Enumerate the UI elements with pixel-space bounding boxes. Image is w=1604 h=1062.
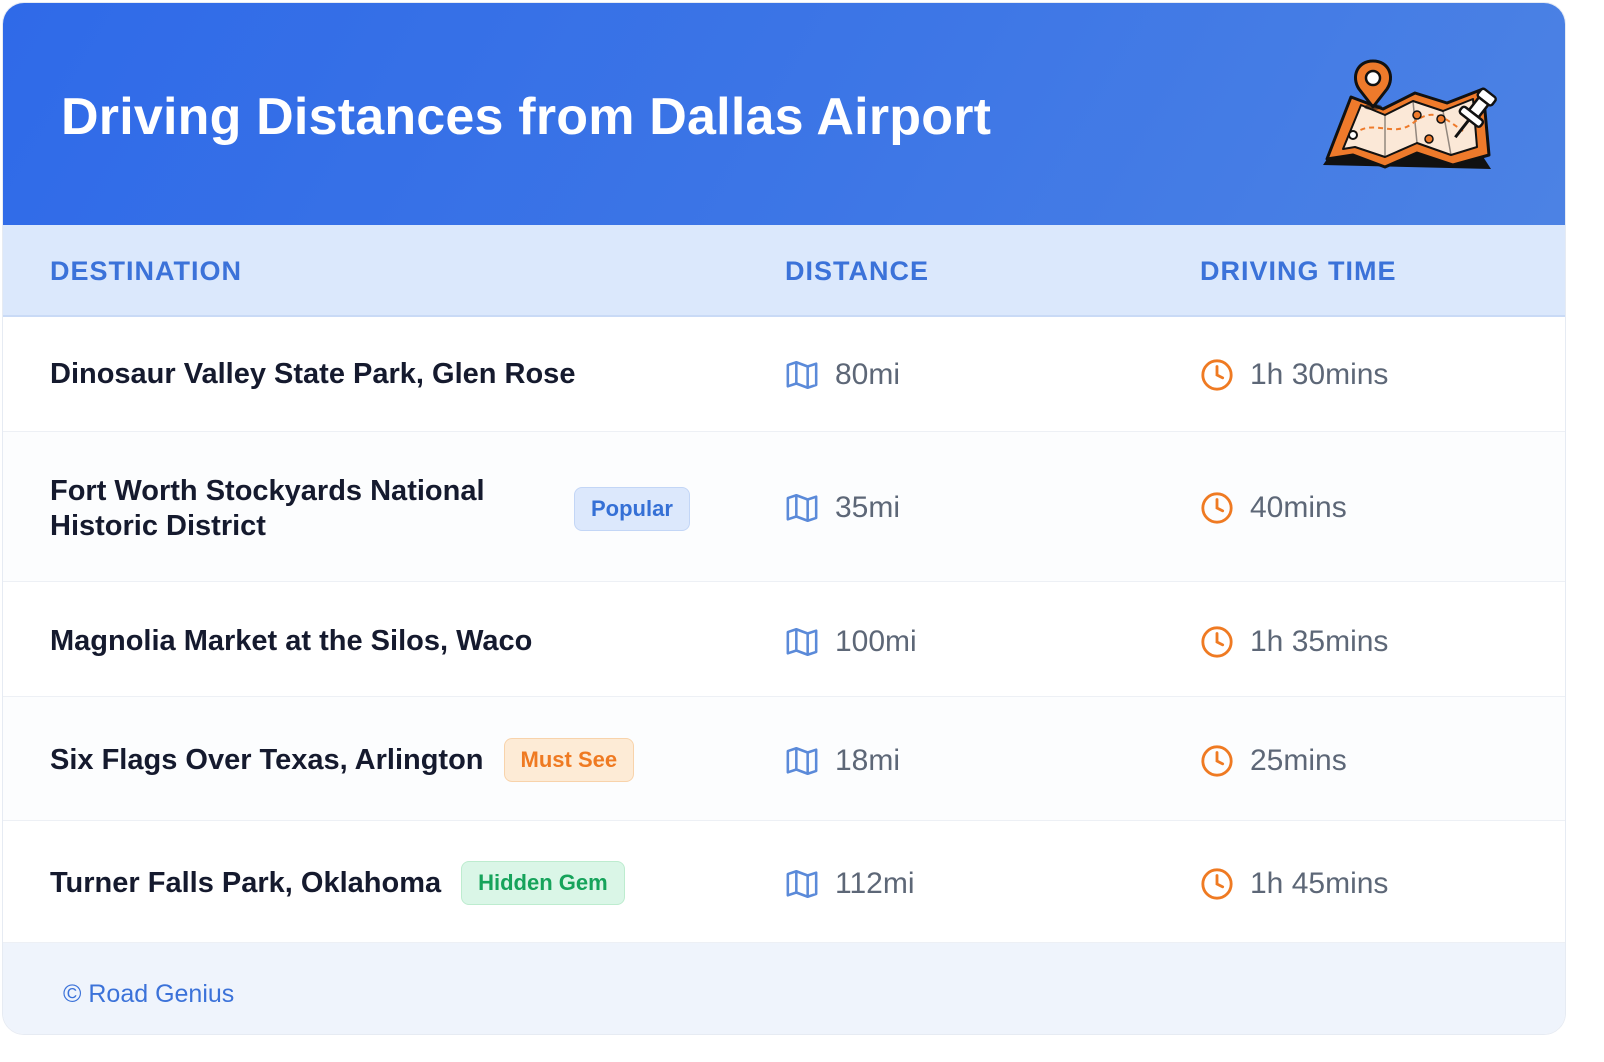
distance-cell: 80mi bbox=[785, 357, 900, 393]
distance-cell: 35mi bbox=[785, 490, 900, 526]
distance-value: 18mi bbox=[835, 744, 901, 777]
destination-cell: Magnolia Market at the Silos, Waco bbox=[50, 624, 532, 659]
destination-name: Fort Worth Stockyards National Historic … bbox=[50, 475, 485, 542]
time-cell: 1h 30mins bbox=[1200, 357, 1388, 393]
clock-icon bbox=[1201, 359, 1233, 391]
column-header-driving-time: DRIVING TIME bbox=[1200, 256, 1397, 286]
destination-name: Six Flags Over Texas, Arlington bbox=[50, 743, 484, 776]
page-title: Driving Distances from Dallas Airport bbox=[61, 88, 992, 146]
map-icon bbox=[786, 627, 818, 657]
map-icon bbox=[786, 869, 818, 899]
time-value: 1h 30mins bbox=[1250, 358, 1389, 391]
clock-icon bbox=[1201, 626, 1233, 658]
table-row: Fort Worth Stockyards National Historic … bbox=[3, 432, 1565, 582]
distance-cell: 100mi bbox=[785, 624, 917, 660]
copyright-text: © Road Genius bbox=[63, 980, 235, 1008]
map-pin-illustration bbox=[1323, 59, 1497, 169]
must-see-badge: Must See bbox=[503, 738, 635, 782]
destination-cell: Dinosaur Valley State Park, Glen Rose bbox=[50, 357, 575, 392]
time-value: 1h 45mins bbox=[1250, 867, 1389, 900]
distance-value: 112mi bbox=[835, 867, 915, 900]
time-cell: 25mins bbox=[1200, 743, 1347, 779]
time-cell: 1h 45mins bbox=[1200, 866, 1388, 902]
header-banner: Driving Distances from Dallas Airport bbox=[3, 3, 1565, 225]
time-value: 25mins bbox=[1250, 744, 1347, 777]
distance-value: 80mi bbox=[835, 358, 901, 391]
destination-cell: Six Flags Over Texas, Arlington Must See bbox=[50, 738, 635, 782]
table-row: Magnolia Market at the Silos, Waco 100mi… bbox=[3, 582, 1565, 697]
clock-icon bbox=[1201, 492, 1233, 524]
destination-cell: Fort Worth Stockyards National Historic … bbox=[50, 474, 690, 544]
distance-value: 100mi bbox=[835, 625, 917, 658]
distance-cell: 18mi bbox=[785, 743, 900, 779]
column-header-distance: DISTANCE bbox=[785, 256, 930, 286]
distance-value: 35mi bbox=[835, 491, 901, 524]
table-row: Six Flags Over Texas, Arlington Must See… bbox=[3, 697, 1565, 821]
time-value: 40mins bbox=[1250, 491, 1347, 524]
destination-name: Turner Falls Park, Oklahoma bbox=[50, 866, 442, 899]
table-row: Dinosaur Valley State Park, Glen Rose 80… bbox=[3, 317, 1565, 432]
table-row: Turner Falls Park, Oklahoma Hidden Gem 1… bbox=[3, 821, 1565, 943]
map-icon bbox=[786, 746, 818, 776]
column-header-destination: DESTINATION bbox=[50, 256, 242, 286]
clock-icon bbox=[1201, 745, 1233, 777]
distance-cell: 112mi bbox=[785, 866, 914, 902]
footer: © Road Genius bbox=[3, 943, 1565, 1034]
time-cell: 40mins bbox=[1200, 490, 1347, 526]
hidden-gem-badge: Hidden Gem bbox=[461, 861, 625, 905]
map-icon bbox=[786, 360, 818, 390]
table-header: DESTINATION DISTANCE DRIVING TIME bbox=[3, 225, 1565, 317]
destination-name: Dinosaur Valley State Park, Glen Rose bbox=[50, 358, 576, 390]
popular-badge: Popular bbox=[574, 487, 690, 531]
distance-card: Driving Distances from Dallas Airport DE… bbox=[2, 2, 1566, 1035]
time-value: 1h 35mins bbox=[1250, 625, 1389, 658]
map-icon bbox=[786, 493, 818, 523]
destination-name: Magnolia Market at the Silos, Waco bbox=[50, 625, 533, 657]
clock-icon bbox=[1201, 868, 1233, 900]
time-cell: 1h 35mins bbox=[1200, 624, 1388, 660]
destination-cell: Turner Falls Park, Oklahoma Hidden Gem bbox=[50, 861, 625, 905]
